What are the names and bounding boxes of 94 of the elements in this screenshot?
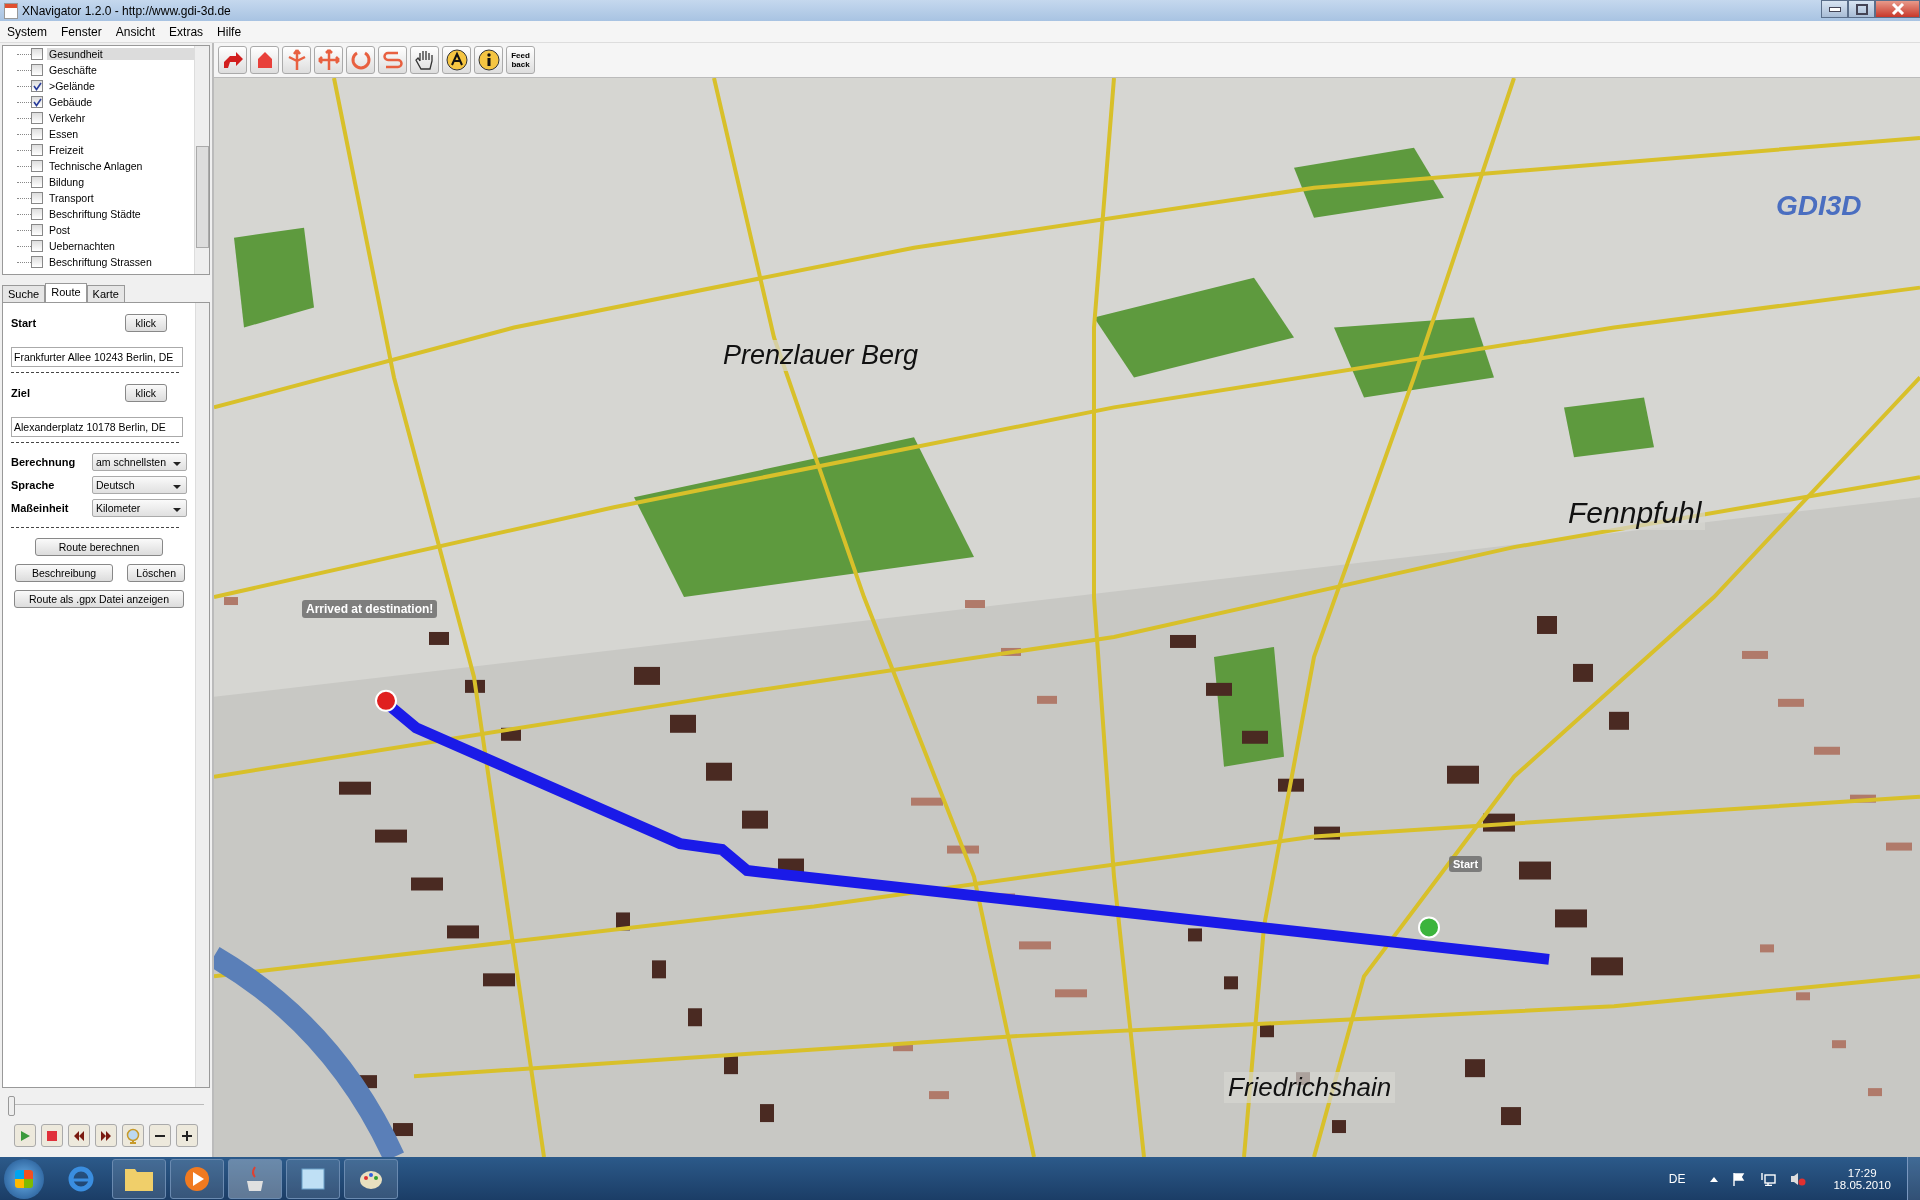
maximize-button[interactable] <box>1848 0 1875 18</box>
menu-item[interactable]: Extras <box>162 24 211 39</box>
option-dropdown[interactable]: Deutsch <box>92 476 187 494</box>
layer-item[interactable]: Technische Anlagen <box>47 160 145 172</box>
window-title: XNavigator 1.2.0 - http://www.gdi-3d.de <box>22 3 232 18</box>
layer-checkbox[interactable] <box>31 208 43 220</box>
zoom-out-button[interactable] <box>149 1124 171 1147</box>
play-icon[interactable] <box>19 1129 31 1142</box>
menu-item[interactable]: System <box>0 24 54 39</box>
clock-time: 17:29 <box>1847 1166 1877 1179</box>
layer-checkbox[interactable] <box>31 80 43 92</box>
layer-item[interactable]: Post <box>47 224 72 236</box>
calculate-route-button[interactable]: Route berechnen <box>35 538 163 556</box>
layer-item[interactable]: Verkehr <box>47 112 88 124</box>
folder-icon[interactable] <box>112 1158 166 1199</box>
klick-button[interactable]: klick <box>124 384 167 402</box>
layer-item[interactable]: Beschriftung Strassen <box>47 256 154 268</box>
layer-checkbox[interactable] <box>31 256 43 268</box>
rewind-icon[interactable] <box>73 1130 85 1141</box>
layer-checkbox[interactable] <box>31 112 43 124</box>
delete-button[interactable]: Löschen <box>127 564 185 582</box>
tab[interactable]: Karte <box>86 285 125 302</box>
option-dropdown[interactable]: Kilometer <box>92 499 187 517</box>
stop-icon[interactable] <box>46 1129 58 1142</box>
start-address-field[interactable]: Frankfurter Allee 10243 Berlin, DE <box>11 347 183 367</box>
rewind-button[interactable] <box>68 1124 90 1147</box>
destination-address-field[interactable]: Alexanderplatz 10178 Berlin, DE <box>11 417 183 437</box>
option-label: Sprache <box>11 479 55 491</box>
layer-item[interactable]: Bildung <box>47 176 87 188</box>
flag-icon[interactable] <box>1732 1171 1747 1186</box>
district-label: Friedrichshain <box>1224 1072 1396 1103</box>
layer-checkbox[interactable] <box>31 96 43 108</box>
close-button[interactable] <box>1875 0 1920 18</box>
layer-item[interactable]: Geschäfte <box>47 64 99 76</box>
slider-thumb[interactable] <box>8 1096 15 1116</box>
paint-icon[interactable] <box>344 1158 398 1199</box>
start-orb-icon[interactable] <box>4 1158 44 1199</box>
clock-date: 18.05.2010 <box>1833 1178 1891 1191</box>
option-dropdown[interactable]: am schnellsten <box>92 453 187 471</box>
start-marker-icon <box>1418 916 1440 939</box>
feedback-button[interactable]: Feed back <box>506 46 535 74</box>
fast-forward-button[interactable] <box>95 1124 117 1147</box>
start-tag: Start <box>1449 856 1483 872</box>
zoom-in-button[interactable] <box>176 1124 198 1147</box>
close-icon[interactable] <box>1890 3 1905 15</box>
destination-label: Ziel <box>11 387 30 399</box>
option-label: Berechnung <box>11 456 76 468</box>
layer-checkbox[interactable] <box>31 64 43 76</box>
layer-item[interactable]: Essen <box>47 128 81 140</box>
layer-item[interactable]: Gesundheit <box>47 48 194 60</box>
layer-checkbox[interactable] <box>31 160 43 172</box>
scrollbar-thumb[interactable] <box>196 146 209 248</box>
layer-item[interactable]: >Gelände <box>47 80 97 92</box>
arrival-message: Arrived at destination! <box>302 600 438 618</box>
layer-checkbox[interactable] <box>31 240 43 252</box>
show-hidden-icons-icon[interactable] <box>1710 1175 1719 1182</box>
tab[interactable]: Route <box>45 283 87 302</box>
layer-checkbox[interactable] <box>31 144 43 156</box>
layer-item[interactable]: Uebernachten <box>47 240 117 252</box>
media-player-icon[interactable] <box>170 1158 224 1199</box>
network-icon[interactable] <box>1760 1171 1777 1186</box>
map-logo: GDI3D <box>1776 190 1862 222</box>
speaker-muted-icon[interactable] <box>1790 1171 1807 1186</box>
destination-marker-icon <box>375 689 397 712</box>
menu-item[interactable]: Ansicht <box>108 24 163 39</box>
map-view[interactable]: GDI3D Prenzlauer Berg Fennpfuhl Friedrichshain Arrived at destination! Start <box>214 78 1920 1157</box>
option-label: Maßeinheit <box>11 502 69 514</box>
layer-item[interactable]: Beschriftung Städte <box>47 208 143 220</box>
tab[interactable]: Suche <box>2 285 46 302</box>
minimize-button[interactable] <box>1821 0 1848 18</box>
layer-checkbox[interactable] <box>31 128 43 140</box>
description-button[interactable]: Beschreibung <box>15 564 113 582</box>
layer-checkbox[interactable] <box>31 176 43 188</box>
java-app-icon[interactable] <box>228 1158 282 1199</box>
stop-button[interactable] <box>41 1124 63 1147</box>
layer-item[interactable]: Transport <box>47 192 96 204</box>
menu-item[interactable]: Fenster <box>54 24 109 39</box>
window-icon[interactable] <box>286 1158 340 1199</box>
layer-checkbox[interactable] <box>31 192 43 204</box>
play-button[interactable] <box>14 1124 36 1147</box>
layer-checkbox[interactable] <box>31 48 43 60</box>
show-desktop-button[interactable] <box>1907 1157 1920 1200</box>
layer-item[interactable]: Gebäude <box>47 96 95 108</box>
klick-button[interactable]: klick <box>124 314 167 332</box>
fast-forward-icon[interactable] <box>100 1130 112 1141</box>
playback-slider[interactable] <box>8 1094 204 1116</box>
layer-item[interactable]: Freizeit <box>47 144 86 156</box>
clock[interactable]: 17:29 18.05.2010 <box>1833 1166 1891 1191</box>
plus-icon[interactable] <box>181 1129 193 1142</box>
layer-checkbox[interactable] <box>31 224 43 236</box>
language-indicator[interactable]: DE <box>1668 1171 1686 1186</box>
start-label: Start <box>11 317 37 329</box>
show-gpx-button[interactable]: Route als .gpx Datei anzeigen <box>14 590 184 608</box>
menu-item[interactable]: Hilfe <box>210 24 249 39</box>
